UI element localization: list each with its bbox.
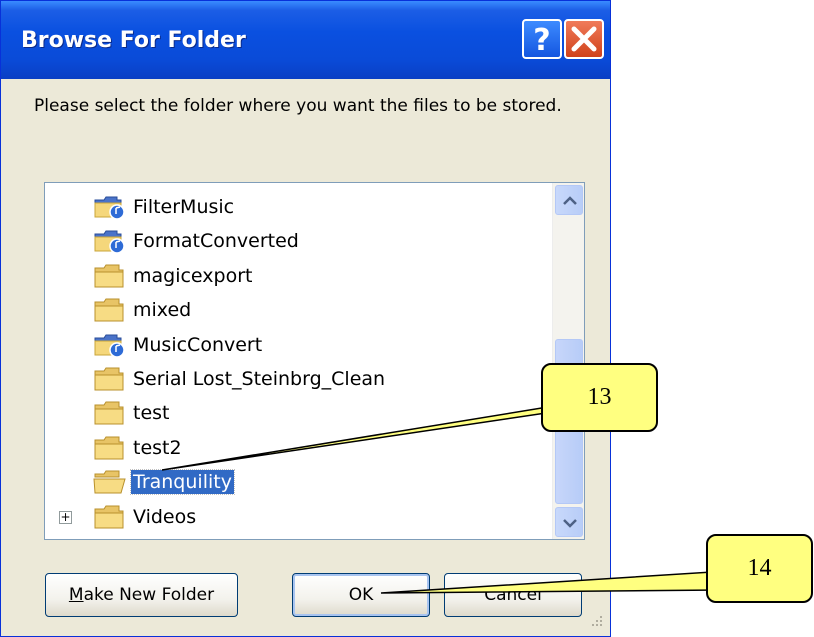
tree-item-label: test [133,402,170,425]
tree-item[interactable]: test2 [93,431,184,465]
title-bar[interactable]: Browse For Folder ? [1,1,610,79]
folder-icon [93,435,127,461]
help-button[interactable]: ? [522,19,562,59]
tree-item[interactable]: mixed [93,293,193,327]
close-icon [571,26,597,52]
tree-item[interactable]: FormatConverted [93,224,301,258]
help-icon: ? [533,23,550,57]
close-button[interactable] [564,19,604,59]
tree-item-label: magicexport [133,264,253,287]
tree-item[interactable]: Videos [93,500,198,534]
chevron-down-icon [563,519,577,528]
cancel-button[interactable]: Cancel [444,573,582,617]
vertical-scrollbar[interactable] [552,183,584,539]
tree-item[interactable]: Tranquility [93,465,235,499]
music-folder-icon [93,228,127,255]
callout-13-label: 13 [587,384,612,410]
tree-item-label: Tranquility [130,469,235,496]
tree-item[interactable]: magicexport [93,259,254,293]
tree-item-label: Serial Lost_Steinbrg_Clean [133,368,386,390]
cancel-label: Cancel [484,585,542,605]
callout-14: 14 [706,534,813,603]
make-new-folder-label: Make New Folder [68,585,215,605]
scroll-down-button[interactable] [555,507,583,537]
folder-tree[interactable]: FilterMusic FormatConverted magicexport mix… [44,182,585,540]
scroll-up-button[interactable] [555,185,583,215]
open-folder-icon [93,469,127,495]
tree-item-label: mixed [133,299,192,322]
browse-for-folder-dialog: Browse For Folder ? Please select the fo… [0,0,611,637]
ok-button[interactable]: OK [292,573,430,617]
tree-item-label: FormatConverted [133,230,299,253]
tree-item-label: FilterMusic [133,196,235,218]
folder-icon [93,504,127,530]
ok-label: OK [348,585,374,605]
instruction-text: Please select the folder where you want … [34,96,562,116]
tree-item[interactable]: test [93,396,172,430]
folder-icon [93,366,127,392]
chevron-up-icon [563,196,577,205]
tree-item[interactable]: FilterMusic [93,190,236,224]
music-folder-icon [93,194,127,220]
callout-13: 13 [541,363,658,432]
svg-text:?: ? [533,23,550,57]
tree-item[interactable]: MusicConvert [93,328,264,362]
tree-item-label: Videos [133,505,197,528]
tree-item[interactable]: Serial Lost_Steinbrg_Clean [93,362,387,396]
folder-icon [93,400,127,426]
make-new-folder-button[interactable]: Make New Folder [45,573,238,617]
music-folder-icon [93,332,127,358]
folder-icon [93,297,127,323]
tree-item-label: test2 [133,436,182,459]
resize-grip-icon[interactable] [588,614,604,630]
tree-item-label: MusicConvert [133,333,263,356]
callout-14-label: 14 [747,555,772,581]
dialog-title: Browse For Folder [21,28,246,53]
folder-icon [93,263,127,289]
expand-toggle[interactable]: + [59,510,72,524]
